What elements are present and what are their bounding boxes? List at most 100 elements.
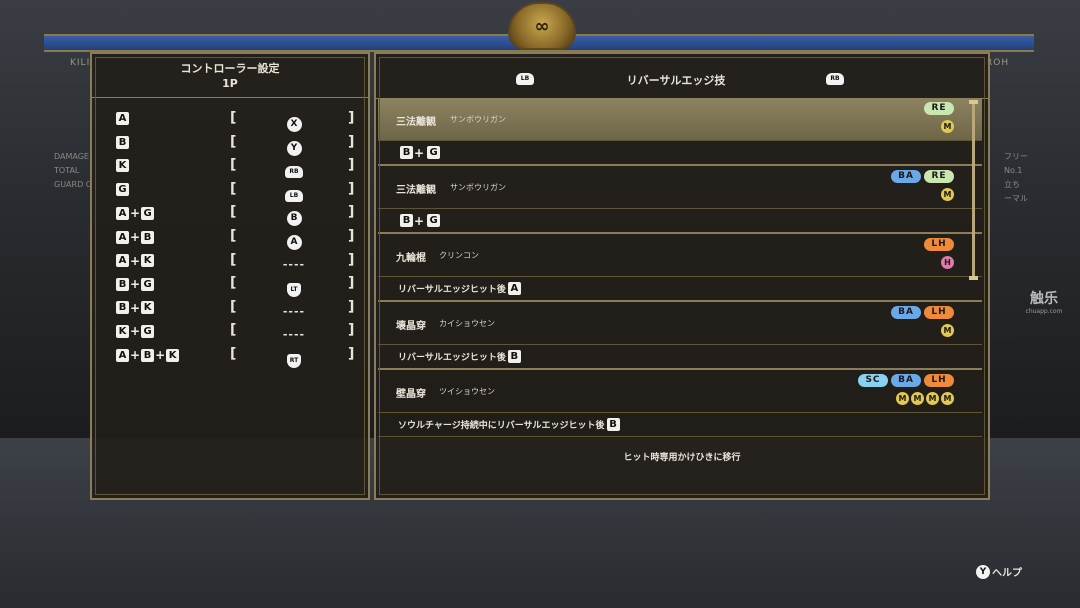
mapping-row[interactable]: K [ RB] xyxy=(116,157,356,179)
key-g-icon: G xyxy=(116,182,129,196)
bracket-left: [ xyxy=(230,346,237,362)
pad-lb-bumper-icon: LB xyxy=(266,182,322,202)
key-g-icon: G xyxy=(141,277,155,291)
plus-sign: + xyxy=(130,300,141,315)
move-reading: カイショウセン xyxy=(439,319,495,328)
pad-lt-trigger-icon: LT xyxy=(266,276,322,298)
plus-sign: + xyxy=(130,230,141,244)
unassigned-value: ---- xyxy=(282,304,306,318)
move-entry[interactable]: 壊晶穿 カイショウセン BA LH M xyxy=(378,302,982,345)
move-command: ソウルチャージ持続中にリバーサルエッジヒット後 B xyxy=(378,413,982,437)
move-name: 壁晶穿 xyxy=(396,389,426,400)
help-label: ヘルプ xyxy=(992,568,1022,579)
movelist-note: ヒット時専用かけひきに移行 xyxy=(623,453,741,463)
key-a-icon: A xyxy=(116,348,129,362)
mapping-combo: A + G xyxy=(116,206,155,220)
bracket-left: [ xyxy=(230,275,237,292)
key-a-icon: A xyxy=(116,206,129,220)
move-entry[interactable]: 三法離観 サンボウリガン RE M xyxy=(378,98,982,141)
move-reading: サンボウリガン xyxy=(450,183,506,192)
bracket-right: ] xyxy=(348,157,355,174)
move-entry[interactable]: 壁晶穿 ツイショウセン SC BA LH M M M M xyxy=(378,370,982,413)
bracket-left: [ xyxy=(230,157,237,174)
lb-button-icon[interactable]: LB xyxy=(516,73,534,85)
key-a-icon: A xyxy=(507,282,521,295)
level-m-icon: M xyxy=(941,324,954,337)
key-b-icon: B xyxy=(141,348,155,362)
attack-levels: MMMM xyxy=(896,392,954,405)
level-m-icon: M xyxy=(941,188,954,201)
key-b-icon: B xyxy=(116,277,129,291)
bracket-left: [ xyxy=(230,251,237,268)
movelist-title: リバーサルエッジ技 xyxy=(626,74,726,87)
scrollbar-top-cap xyxy=(969,100,978,104)
mapping-row[interactable]: B + G [ LT] xyxy=(116,275,356,298)
unassigned-value: ---- xyxy=(282,328,306,342)
bracket-left: [ xyxy=(230,110,237,126)
mapping-combo: A + B xyxy=(116,230,155,244)
move-name: 三法離観 xyxy=(396,117,436,128)
bracket-right: ] xyxy=(348,180,355,197)
movelist-panel: LB リバーサルエッジ技 RB 三法離観 サンボウリガン RE M B + G 三法離観 サンボ… xyxy=(374,52,990,500)
level-h-icon: H xyxy=(941,256,954,269)
key-a-icon: A xyxy=(116,254,129,268)
mapping-combo: B + K xyxy=(116,300,155,315)
bracket-right: ] xyxy=(348,298,355,315)
mapping-row[interactable]: B + K [----] xyxy=(116,299,356,319)
badge-ba: BA xyxy=(891,306,921,319)
key-b-icon: B xyxy=(116,135,129,149)
key-g-icon: G xyxy=(427,146,441,159)
plus-sign: + xyxy=(130,277,141,292)
command-condition: リバーサルエッジヒット後 xyxy=(398,285,506,295)
key-b-icon: B xyxy=(507,350,521,363)
mapping-row[interactable]: A + B[A] xyxy=(116,228,356,250)
attack-levels: H xyxy=(941,256,954,269)
badge-lh: LH xyxy=(924,374,954,387)
controller-settings-panel: コントローラー設定 1P A[X] B[Y] K[RB] G[LB] A + G[B] A + B… xyxy=(90,52,370,500)
bracket-left: [ xyxy=(230,133,237,150)
scrollbar[interactable] xyxy=(972,102,975,278)
move-entry[interactable]: 三法離観 サンボウリガン BA RE M xyxy=(378,166,982,209)
bracket-left: [ xyxy=(230,204,237,221)
move-property-badges: SC BA LH xyxy=(858,374,954,387)
move-list: 三法離観 サンボウリガン RE M B + G 三法離観 サンボウリガン BA RE M B + G 九輪棍ク… xyxy=(378,98,982,437)
move-reading: クリンコン xyxy=(439,251,479,260)
y-button-icon: Y xyxy=(976,564,990,579)
move-reading: ツイショウセン xyxy=(439,387,495,396)
pad-rb-bumper-icon: RB xyxy=(266,158,322,179)
badge-lh: LH xyxy=(924,238,954,251)
move-name: 三法離観 xyxy=(396,185,436,196)
move-property-badges: LH xyxy=(924,238,954,251)
mapping-row[interactable]: B [ Y] xyxy=(116,133,356,156)
mapping-row[interactable]: A + K [----] xyxy=(116,252,356,272)
help-prompt[interactable]: Y ヘルプ xyxy=(976,564,1022,579)
mapping-combo: A + B + K xyxy=(116,348,180,362)
plus-sign: + xyxy=(130,253,141,268)
rb-button-icon[interactable]: RB xyxy=(826,73,844,85)
plus-sign: + xyxy=(130,324,141,339)
mapping-row[interactable]: A + B + K[RT] xyxy=(116,346,356,368)
key-b-icon: B xyxy=(400,146,413,159)
movelist-header: LB リバーサルエッジ技 RB xyxy=(376,54,988,99)
badge-lh: LH xyxy=(924,306,954,319)
watermark: 触乐 chuapp.com xyxy=(1025,291,1063,315)
mapping-row[interactable]: A + G [B] xyxy=(116,204,356,227)
mapping-row[interactable]: G [LB] xyxy=(116,180,356,202)
plus-sign: + xyxy=(155,348,166,362)
bracket-right: ] xyxy=(348,275,355,292)
move-command: リバーサルエッジヒット後 B xyxy=(378,345,982,370)
bracket-right: ] xyxy=(348,133,355,150)
move-entry[interactable]: 九輪棍 クリンコン LH H xyxy=(378,234,982,277)
pad-rt-trigger-icon: RT xyxy=(266,347,322,368)
level-m-icon: M xyxy=(896,392,909,405)
bracket-right: ] xyxy=(348,251,355,268)
pad-y-button-icon: Y xyxy=(266,135,322,156)
bg-stats-right: フリー No.1 立ち ーマル xyxy=(1004,152,1028,203)
mapping-row[interactable]: K + G [----] xyxy=(116,322,356,342)
bracket-right: ] xyxy=(348,110,355,126)
attack-levels: M xyxy=(941,120,954,133)
mapping-row[interactable]: A [X] xyxy=(116,110,356,132)
badge-sc: SC xyxy=(858,374,888,387)
mapping-combo: K xyxy=(116,159,129,173)
plus-sign: + xyxy=(414,213,425,228)
